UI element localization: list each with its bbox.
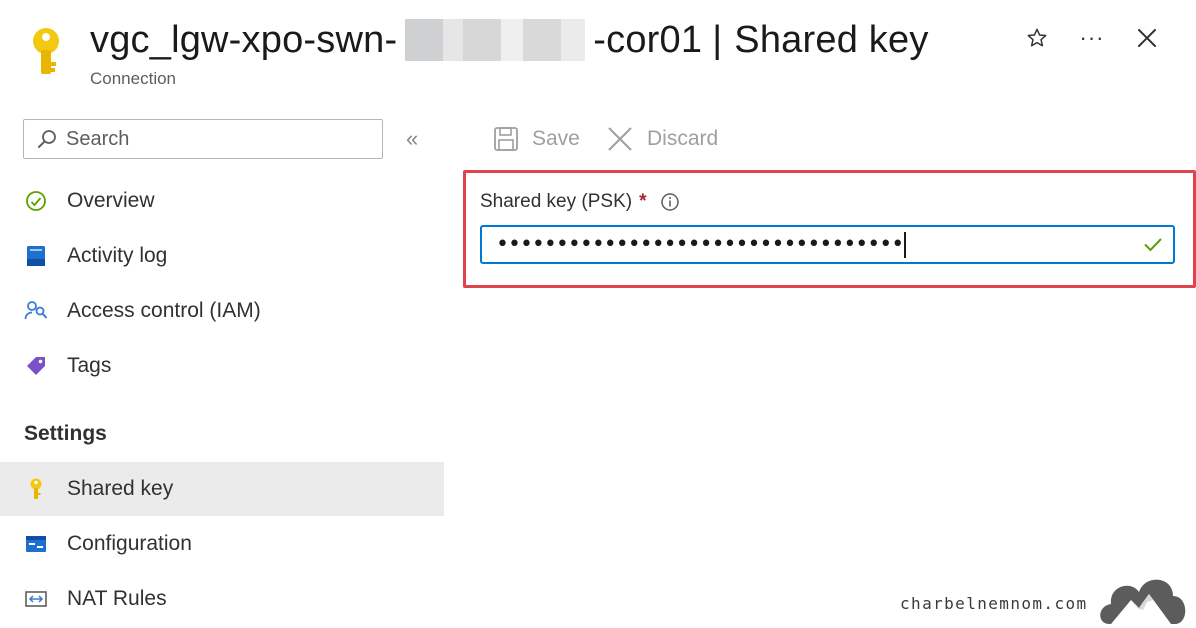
cloud-mountain-logo-icon xyxy=(1100,579,1186,624)
sidebar-item-access-control[interactable]: Access control (IAM) xyxy=(0,284,444,338)
sidebar-item-label: Shared key xyxy=(67,477,174,500)
title-prefix: vgc_lgw-xpo-swn- xyxy=(90,18,398,61)
psk-masked-value: •••••••••••••••••••••••••••••••••• xyxy=(496,232,904,257)
collapse-sidebar-button[interactable]: « xyxy=(406,126,418,152)
search-placeholder: Search xyxy=(66,127,130,150)
key-icon xyxy=(33,28,59,74)
iam-icon xyxy=(24,301,48,320)
sidebar-item-activity-log[interactable]: Activity log xyxy=(0,229,444,283)
psk-label-text: Shared key (PSK) xyxy=(480,191,633,212)
key-icon xyxy=(30,478,42,499)
tag-icon xyxy=(27,357,45,375)
sidebar-item-shared-key[interactable]: Shared key xyxy=(0,462,444,516)
favorite-star-icon[interactable] xyxy=(1021,22,1053,54)
nat-rules-icon xyxy=(25,591,47,607)
save-label: Save xyxy=(532,127,580,150)
page-subtitle: Connection xyxy=(90,69,177,88)
sidebar-item-tags[interactable]: Tags xyxy=(0,339,444,393)
blade-header: vgc_lgw-xpo-swn- -cor01 | Shared key Con… xyxy=(0,0,1196,100)
discard-button[interactable]: Discard xyxy=(605,122,718,156)
page-title: vgc_lgw-xpo-swn- -cor01 | Shared key xyxy=(90,14,929,66)
more-options-icon[interactable]: ··· xyxy=(1076,22,1108,54)
sidebar-item-label: Overview xyxy=(67,189,155,212)
search-icon xyxy=(38,130,56,148)
discard-label: Discard xyxy=(647,127,719,150)
sidebar-item-label: NAT Rules xyxy=(67,587,167,610)
watermark-text: charbelnemnom.com xyxy=(900,594,1088,613)
title-page-name: Shared key xyxy=(734,18,929,61)
save-button[interactable]: Save xyxy=(492,122,580,156)
sidebar-item-label: Access control (IAM) xyxy=(67,299,261,322)
checkmark-icon xyxy=(1144,238,1162,252)
sidebar-item-configuration[interactable]: Configuration xyxy=(0,517,444,571)
configuration-icon xyxy=(26,536,46,552)
sidebar-item-label: Configuration xyxy=(67,532,192,555)
activity-log-icon xyxy=(27,246,45,266)
overview-icon xyxy=(26,191,46,211)
discard-icon xyxy=(608,127,632,151)
save-icon xyxy=(494,127,518,151)
text-caret xyxy=(904,231,906,258)
psk-field-label: Shared key (PSK) * xyxy=(480,191,680,213)
settings-section-heading: Settings xyxy=(24,422,107,445)
sidebar-item-overview[interactable]: Overview xyxy=(0,174,444,228)
close-icon[interactable] xyxy=(1131,22,1163,54)
info-icon[interactable] xyxy=(660,192,680,212)
sidebar-item-label: Activity log xyxy=(67,244,168,267)
title-suffix: -cor01 xyxy=(593,18,703,61)
sidebar-item-label: Tags xyxy=(67,354,112,377)
shared-key-input[interactable]: •••••••••••••••••••••••••••••••••• xyxy=(480,225,1175,264)
redacted-block xyxy=(405,19,586,61)
required-asterisk: * xyxy=(639,191,647,212)
sidebar-item-nat-rules[interactable]: NAT Rules xyxy=(0,572,444,626)
title-separator: | xyxy=(712,18,723,61)
search-input[interactable]: Search xyxy=(23,119,383,159)
